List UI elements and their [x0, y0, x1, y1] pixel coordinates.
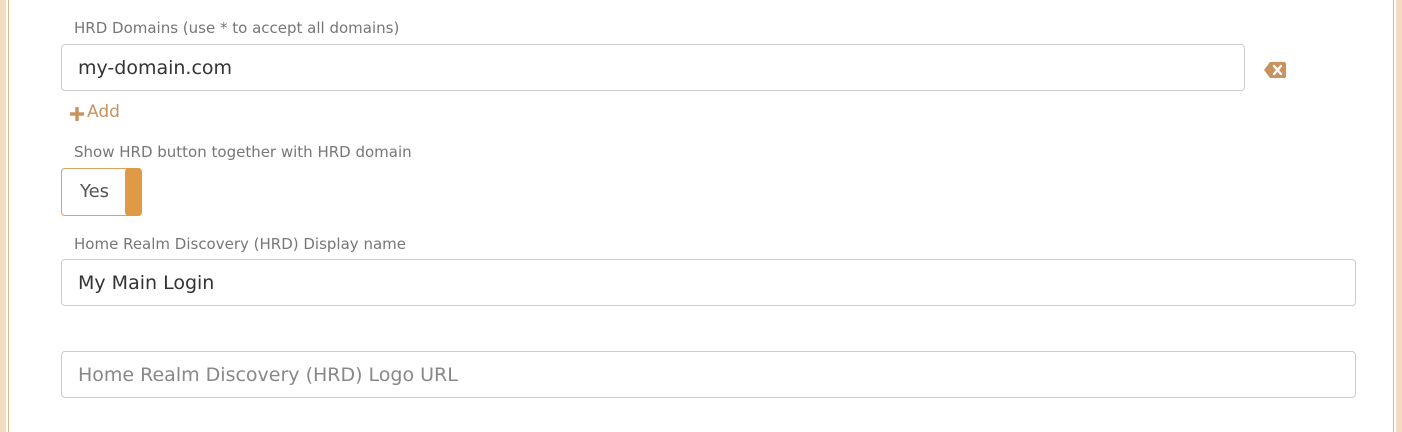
show-hrd-button-label: Show HRD button together with HRD domain: [74, 143, 412, 161]
hrd-domain-input[interactable]: [61, 44, 1245, 91]
display-name-input[interactable]: [61, 259, 1356, 306]
hrd-domains-label: HRD Domains (use * to accept all domains…: [74, 19, 400, 37]
add-domain-label: Add: [87, 102, 120, 122]
settings-panel: HRD Domains (use * to accept all domains…: [0, 0, 1402, 432]
plus-icon: [70, 107, 84, 121]
toggle-state-text: Yes: [80, 181, 110, 202]
toggle-knob: [125, 168, 142, 216]
remove-domain-button[interactable]: [1263, 59, 1287, 81]
display-name-label: Home Realm Discovery (HRD) Display name: [74, 235, 406, 253]
show-hrd-button-toggle[interactable]: Yes: [61, 168, 142, 216]
add-domain-link[interactable]: Add: [69, 100, 120, 124]
backspace-icon: [1264, 62, 1286, 78]
logo-url-input[interactable]: [61, 351, 1356, 398]
